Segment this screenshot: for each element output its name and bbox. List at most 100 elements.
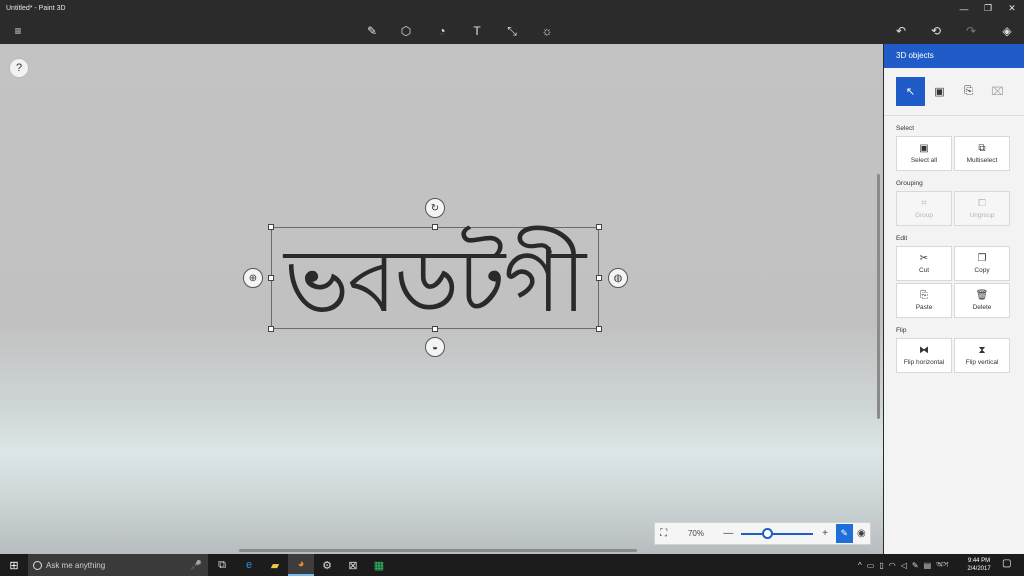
crop-tool-icon[interactable]: ⌧ [983, 77, 1012, 106]
start-button[interactable]: ⊞ [0, 554, 28, 576]
keyboard-icon[interactable]: ▤ [924, 561, 932, 570]
zoom-slider[interactable] [740, 527, 813, 539]
magic-select-icon[interactable]: ▣ [925, 77, 954, 106]
3d-shapes-icon[interactable]: ⬡ [397, 22, 415, 40]
flip-horizontal-label: Flip horizontal [903, 359, 945, 366]
settings-icon[interactable]: ⚙ [314, 554, 340, 576]
redo-icon[interactable]: ↷ [962, 22, 980, 40]
select-all-label: Select all [910, 157, 938, 164]
delete-button[interactable]: 🗑 Delete [954, 283, 1010, 318]
window-title: Untitled* - Paint 3D [6, 5, 66, 12]
multiselect-icon: ⧉ [978, 143, 986, 154]
copy-button[interactable]: ❐ Copy [954, 246, 1010, 281]
brush-icon[interactable]: ✎ [363, 22, 381, 40]
zoom-slider-thumb[interactable] [761, 527, 773, 539]
pen-tray-icon[interactable]: ✎ [912, 561, 919, 570]
notification-icon[interactable]: ▢ [1002, 558, 1011, 569]
resize-handle[interactable] [268, 326, 274, 332]
copy-label: Copy [974, 267, 990, 274]
ungroup-icon: ⧠ [978, 198, 986, 209]
paste-button[interactable]: ⎘ Paste [896, 283, 952, 318]
zoom-out-button[interactable]: — [720, 528, 737, 539]
store-icon[interactable]: ⊠ [340, 554, 366, 576]
panel-title: 3D objects [884, 44, 1024, 68]
pen-view-icon[interactable]: ✎ [835, 524, 853, 543]
app-icon[interactable]: ▦ [366, 554, 392, 576]
network-icon[interactable]: ▭ [867, 561, 875, 570]
minimize-button[interactable]: — [952, 0, 976, 17]
clock-time: 9:44 PM [967, 558, 991, 564]
search-placeholder: Ask me anything [46, 560, 106, 570]
vertical-scrollbar[interactable] [877, 174, 880, 419]
history-icon[interactable]: ⟲ [927, 22, 945, 40]
resize-handle[interactable] [596, 326, 602, 332]
flip-horizontal-button[interactable]: ⧓ Flip horizontal [896, 338, 952, 373]
resize-handle[interactable] [432, 224, 438, 230]
battery-icon[interactable]: ▯ [879, 561, 883, 570]
fit-to-screen-icon[interactable]: ⛶ [655, 528, 672, 539]
resize-handle[interactable] [432, 326, 438, 332]
help-button[interactable]: ? [9, 58, 29, 78]
clock-date: 2/4/2017 [967, 566, 991, 572]
ungroup-label: Ungroup [969, 212, 995, 219]
effects-icon[interactable]: ☼ [538, 22, 556, 40]
select-all-button[interactable]: ▣ Select all [896, 136, 952, 171]
select-tool-icon[interactable]: ↖ [896, 77, 925, 106]
canvas-icon[interactable]: ⤡ [503, 22, 521, 40]
edge-icon[interactable]: e [236, 554, 262, 576]
scissors-icon: ✂ [919, 253, 929, 264]
paste-label: Paste [915, 304, 933, 311]
selection-box[interactable]: ভবডটগী [271, 227, 599, 332]
menu-icon[interactable]: ≡ [9, 22, 27, 40]
undo-icon[interactable]: ↶ [892, 22, 910, 40]
resize-handle[interactable] [596, 275, 602, 281]
search-box[interactable]: Ask me anything 🎤 [28, 554, 208, 576]
rotate-y-gizmo-icon[interactable]: ⊕ [243, 268, 263, 288]
task-view-icon[interactable]: ⧉ [209, 554, 235, 576]
chevron-up-icon[interactable]: ^ [858, 561, 862, 570]
resize-handle[interactable] [268, 275, 274, 281]
group-icon: ⌗ [921, 198, 927, 209]
paste-tool-icon[interactable]: ⎘ [954, 77, 983, 106]
paint3d-taskbar-icon[interactable]: ◕ [288, 554, 314, 576]
multiselect-button[interactable]: ⧉ Multiselect [954, 136, 1010, 171]
text-icon[interactable]: T [468, 22, 486, 40]
flip-section-label: Flip [896, 327, 907, 334]
language-indicator[interactable]: অস [936, 559, 948, 572]
cortana-icon [33, 560, 42, 570]
wifi-icon[interactable]: ◠ [889, 561, 896, 570]
group-button[interactable]: ⌗ Group [896, 191, 952, 226]
text-object[interactable]: ভবডটগী [284, 214, 586, 361]
flip-vertical-icon: ⧗ [978, 345, 986, 356]
volume-icon[interactable]: ◁ [901, 561, 907, 570]
flip-vertical-button[interactable]: ⧗ Flip vertical [954, 338, 1010, 373]
canvas-area[interactable]: ? ↻ ⊕ ◍ ◒ ভবডটগী ⛶ 70% — + ✎ ◉ [0, 44, 883, 554]
main-toolbar: ≡ ✎ ⬡ ◔ T ⤡ ☼ ↶ ⟲ ↷ ◈ [0, 17, 1024, 44]
view-3d-icon[interactable]: ◉ [853, 528, 870, 539]
zoom-in-button[interactable]: + [817, 528, 834, 539]
select-all-icon: ▣ [919, 143, 929, 154]
resize-handle[interactable] [268, 224, 274, 230]
horizontal-scrollbar[interactable] [239, 549, 637, 552]
restore-button[interactable]: ❐ [976, 0, 1000, 17]
stickers-icon[interactable]: ◔ [433, 22, 451, 40]
multiselect-label: Multiselect [966, 157, 998, 164]
paste-icon: ⎘ [920, 290, 928, 301]
clock[interactable]: 9:44 PM 2/4/2017 [961, 557, 997, 573]
zoom-percent: 70% [687, 529, 704, 538]
close-button[interactable]: ✕ [1000, 0, 1024, 17]
remix3d-icon[interactable]: ◈ [998, 22, 1016, 40]
ungroup-button[interactable]: ⧠ Ungroup [954, 191, 1010, 226]
cut-label: Cut [918, 267, 930, 274]
select-section-label: Select [896, 125, 915, 132]
microphone-icon[interactable]: 🎤 [191, 560, 202, 571]
rotate-x-gizmo-icon[interactable]: ◍ [608, 268, 628, 288]
file-explorer-icon[interactable]: ▰ [262, 554, 288, 576]
trash-icon: 🗑 [975, 290, 989, 301]
taskbar: ⊞ Ask me anything 🎤 ⧉ e ▰ ◕ ⚙ ⊠ ▦ ^ ▭ ▯ … [0, 554, 1024, 576]
edit-section-label: Edit [896, 235, 908, 242]
group-label: Group [914, 212, 934, 219]
resize-handle[interactable] [596, 224, 602, 230]
cut-button[interactable]: ✂ Cut [896, 246, 952, 281]
title-bar: Untitled* - Paint 3D — ❐ ✕ [0, 0, 1024, 17]
